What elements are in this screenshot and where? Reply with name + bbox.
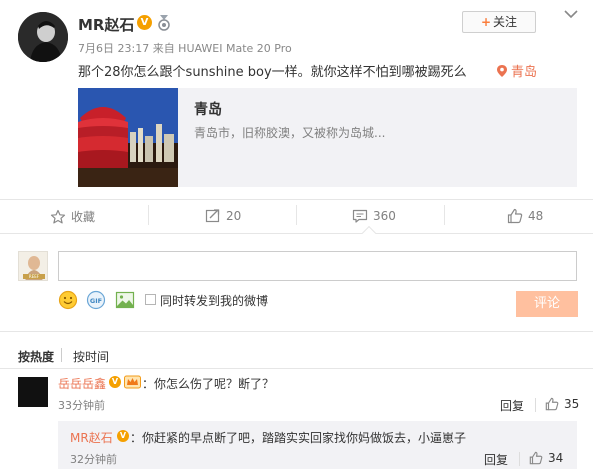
reply-action-separator [519,452,520,466]
reply-author-name[interactable]: MR赵石 [70,429,113,446]
comment-time: 33分钟前 [58,399,105,412]
gif-icon[interactable]: GIF [86,290,106,310]
repost-icon [205,209,220,223]
action-separator [444,205,445,225]
plus-icon: + [480,15,492,29]
like-button[interactable]: 48 [507,208,543,224]
star-icon [50,209,66,223]
action-bar-top-divider [0,199,593,200]
post-meta: 7月6日 23:17 来自 HUAWEI Mate 20 Pro [78,42,292,55]
reply-time: 32分钟前 [70,453,117,466]
commenter-name[interactable]: 岳岳岳鑫 [58,375,106,392]
composer-top-divider [0,233,593,234]
emoji-icon[interactable] [58,290,78,310]
also-repost-label: 同时转发到我的微博 [160,294,269,308]
sort-separator [61,348,62,362]
location-pin-icon [497,65,507,77]
like-icon [529,451,543,465]
comment-action-separator [535,398,536,412]
comment-text: ：你怎么伤了呢？断了？ [142,377,275,391]
commenter-avatar[interactable] [18,377,48,407]
current-user-avatar-image: REEF [19,252,47,280]
repost-count: 20 [226,209,242,223]
post-username[interactable]: MR赵石 [78,14,134,35]
location-card-description: 青岛市，旧称胶澳，又被称为岛城... [194,126,386,140]
reply-like-button[interactable]: 34 [529,451,563,465]
medal-icon [158,15,170,31]
favorite-button[interactable]: 收藏 [50,208,95,225]
verified-badge-icon: V [109,376,121,388]
avatar-figure [18,12,68,62]
comment-reply-button[interactable]: 回复 [500,397,524,414]
follow-label: 关注 [493,15,518,29]
comments-top-divider [0,368,593,369]
comment-icon [352,209,368,223]
like-icon [507,208,523,224]
avatar-text: REEF [29,274,40,279]
reply-reply-button[interactable]: 回复 [484,451,508,468]
location-card-title: 青岛 [194,102,222,118]
action-separator [296,205,297,225]
city-photo [78,88,178,187]
verified-badge-icon: V [137,15,152,30]
sort-by-hot-tab[interactable]: 按热度 [18,348,54,365]
location-link[interactable]: 青岛 [497,61,537,80]
comment-like-button[interactable]: 35 [545,397,579,411]
member-crown-icon [124,375,141,389]
comment-button[interactable]: 360 [352,208,396,224]
location-label: 青岛 [511,65,538,80]
favorite-label: 收藏 [71,210,96,224]
sort-top-divider [0,331,593,332]
submit-comment-button[interactable]: 评论 [516,291,578,317]
post-text: 那个28你怎么跟个sunshine boy一样。就你这样不怕到哪被踢死么 [78,65,467,80]
reply-like-count: 34 [548,451,564,465]
svg-text:GIF: GIF [90,297,102,305]
like-icon [545,397,559,411]
reply-text: ：你赶紧的早点断了吧，踏踏实实回家找你妈做饭去，小逼崽子 [130,431,467,445]
current-user-avatar: REEF [18,251,48,281]
comment-pointer-notch [361,225,377,241]
chevron-down-icon[interactable] [563,8,579,20]
also-repost-checkbox[interactable] [145,294,156,305]
comment-count: 360 [373,209,396,223]
user-avatar[interactable] [18,12,68,62]
follow-button[interactable]: + 关注 [462,11,536,33]
comment-like-count: 35 [564,397,580,411]
comment-input[interactable] [58,251,577,281]
location-card-image[interactable] [78,88,178,187]
repost-button[interactable]: 20 [205,208,241,224]
verified-badge-icon: V [117,430,129,442]
sort-by-time-tab[interactable]: 按时间 [73,348,109,365]
image-icon[interactable] [115,290,135,310]
like-count: 48 [528,209,544,223]
action-separator [148,205,149,225]
